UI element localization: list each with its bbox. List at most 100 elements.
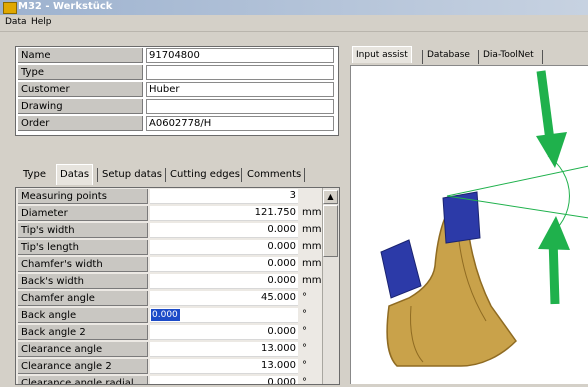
menu-data[interactable]: Data — [5, 17, 27, 27]
param-unit: mm — [302, 241, 322, 252]
arrow-down-icon — [536, 132, 567, 168]
tab-database[interactable]: Database — [424, 47, 473, 64]
cutting-tip-top-icon — [442, 191, 481, 244]
tab-separator — [542, 50, 543, 64]
param-value: 121.750 — [254, 207, 296, 218]
tab-datas[interactable]: Datas — [56, 164, 94, 185]
param-value: 0.000 — [267, 275, 296, 286]
param-unit: ° — [302, 326, 307, 337]
grid-row[interactable]: Chamfer's width 0.000 mm — [16, 256, 321, 273]
grid-scrollbar[interactable]: ▲ — [322, 188, 339, 384]
grid-row[interactable]: Clearance angle 2 13.000 ° — [16, 358, 321, 375]
param-value: 3 — [289, 190, 296, 201]
input-assist-preview — [350, 65, 588, 384]
preview-tabs: Input assist Database Dia-ToolNet — [352, 46, 588, 65]
name-field[interactable]: 91704800 — [146, 48, 334, 63]
param-label: Clearance angle — [18, 342, 148, 357]
param-unit: ° — [302, 309, 307, 320]
param-unit: mm — [302, 224, 322, 235]
tab-separator — [422, 50, 423, 64]
param-value-cell[interactable]: 0.000 — [150, 274, 298, 289]
cutting-tip-side-icon — [380, 239, 422, 299]
info-row-name: Name 91704800 — [16, 47, 338, 64]
type-field[interactable] — [146, 65, 334, 80]
param-value-cell[interactable]: 0.000 — [150, 257, 298, 272]
param-label: Chamfer angle — [18, 291, 148, 306]
grid-row[interactable]: Tip's width 0.000 mm — [16, 222, 321, 239]
scroll-thumb[interactable] — [323, 205, 338, 257]
param-unit: ° — [302, 343, 307, 354]
param-value-cell[interactable]: 0.000 — [150, 376, 298, 384]
param-label: Back's width — [18, 274, 148, 289]
tab-comments[interactable]: Comments — [244, 165, 304, 184]
tab-type[interactable]: Type — [20, 165, 49, 184]
grid-row[interactable]: Measuring points 3 — [16, 188, 321, 205]
grid-row[interactable]: Diameter 121.750 mm — [16, 205, 321, 222]
param-label: Clearance angle radial — [18, 376, 148, 384]
param-value-cell[interactable]: 0.000 — [150, 325, 298, 340]
tab-separator — [165, 168, 166, 182]
grid-row[interactable]: Chamfer angle 45.000 ° — [16, 290, 321, 307]
order-field[interactable]: A0602778/H — [146, 116, 334, 131]
param-unit: mm — [302, 275, 322, 286]
grid-row[interactable]: Clearance angle 13.000 ° — [16, 341, 321, 358]
param-label: Measuring points — [18, 189, 148, 204]
parameter-grid: Measuring points 3 Diameter 121.750 mm T… — [15, 187, 340, 385]
info-row-drawing: Drawing — [16, 98, 338, 115]
tool-geometry-illustration — [380, 70, 588, 367]
param-label: Tip's width — [18, 223, 148, 238]
param-unit: ° — [302, 360, 307, 371]
tab-separator — [304, 168, 305, 182]
tab-input-assist[interactable]: Input assist — [352, 46, 412, 63]
customer-field[interactable]: Huber — [146, 82, 334, 97]
tab-dia-toolnet[interactable]: Dia-ToolNet — [480, 47, 537, 64]
grid-row[interactable]: Tip's length 0.000 mm — [16, 239, 321, 256]
info-row-customer: Customer Huber — [16, 81, 338, 98]
info-row-type: Type — [16, 64, 338, 81]
arrow-up-icon — [538, 216, 570, 250]
param-label: Chamfer's width — [18, 257, 148, 272]
param-value-cell[interactable]: 121.750 — [150, 206, 298, 221]
grid-row[interactable]: Clearance angle radial 0.000 ° — [16, 375, 321, 385]
grid-row-selected[interactable]: Back angle 0.000 ° — [16, 307, 321, 324]
info-label: Customer — [18, 82, 143, 97]
info-label: Type — [18, 65, 143, 80]
drawing-field[interactable] — [146, 99, 334, 114]
app-icon — [3, 2, 17, 14]
param-value-cell[interactable]: 45.000 — [150, 291, 298, 306]
param-label: Tip's length — [18, 240, 148, 255]
param-value-cell[interactable]: 13.000 — [150, 359, 298, 374]
menu-help[interactable]: Help — [31, 17, 52, 27]
window-title: M32 - Werkstück — [18, 1, 113, 12]
param-value: 13.000 — [261, 343, 296, 354]
tab-cutting-edges[interactable]: Cutting edges — [167, 165, 243, 184]
scroll-up-arrow-icon[interactable]: ▲ — [323, 190, 338, 204]
param-unit: mm — [302, 258, 322, 269]
param-edit-input[interactable]: 0.000 — [151, 309, 180, 321]
param-value-cell[interactable]: 13.000 — [150, 342, 298, 357]
tab-setup-datas[interactable]: Setup datas — [99, 165, 165, 184]
tab-separator — [241, 168, 242, 182]
tab-separator — [478, 50, 479, 64]
grid-row[interactable]: Back angle 2 0.000 ° — [16, 324, 321, 341]
info-label: Drawing — [18, 99, 143, 114]
param-unit: ° — [302, 377, 307, 385]
grid-row[interactable]: Back's width 0.000 mm — [16, 273, 321, 290]
param-edit-cell[interactable]: 0.000 — [150, 308, 298, 323]
tab-separator — [97, 168, 98, 182]
param-label: Clearance angle 2 — [18, 359, 148, 374]
param-value: 0.000 — [267, 224, 296, 235]
workpiece-info-panel: Name 91704800 Type Customer Huber Drawin… — [15, 46, 339, 136]
param-value-cell[interactable]: 0.000 — [150, 223, 298, 238]
info-row-order: Order A0602778/H — [16, 115, 338, 132]
param-value: 45.000 — [261, 292, 296, 303]
info-label: Name — [18, 48, 143, 63]
param-value-cell[interactable]: 3 — [150, 189, 298, 204]
data-tabs: Type Datas Setup datas Cutting edges Com… — [18, 164, 338, 185]
title-bar: M32 - Werkstück — [0, 0, 588, 15]
param-value: 0.000 — [267, 241, 296, 252]
param-label: Back angle 2 — [18, 325, 148, 340]
param-label: Back angle — [18, 308, 148, 323]
param-unit: mm — [302, 207, 322, 218]
param-value-cell[interactable]: 0.000 — [150, 240, 298, 255]
